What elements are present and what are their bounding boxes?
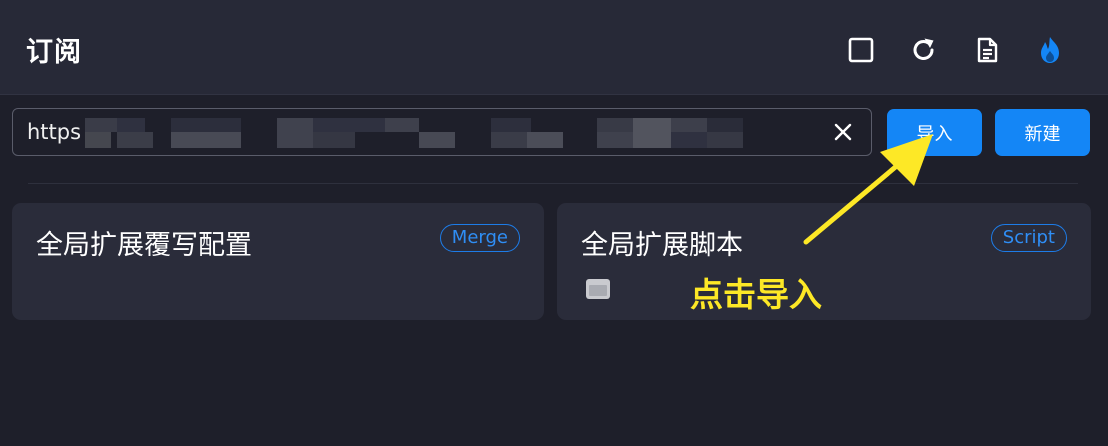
annotation-arrow — [803, 134, 933, 245]
annotation-label: 点击导入 — [690, 275, 822, 314]
